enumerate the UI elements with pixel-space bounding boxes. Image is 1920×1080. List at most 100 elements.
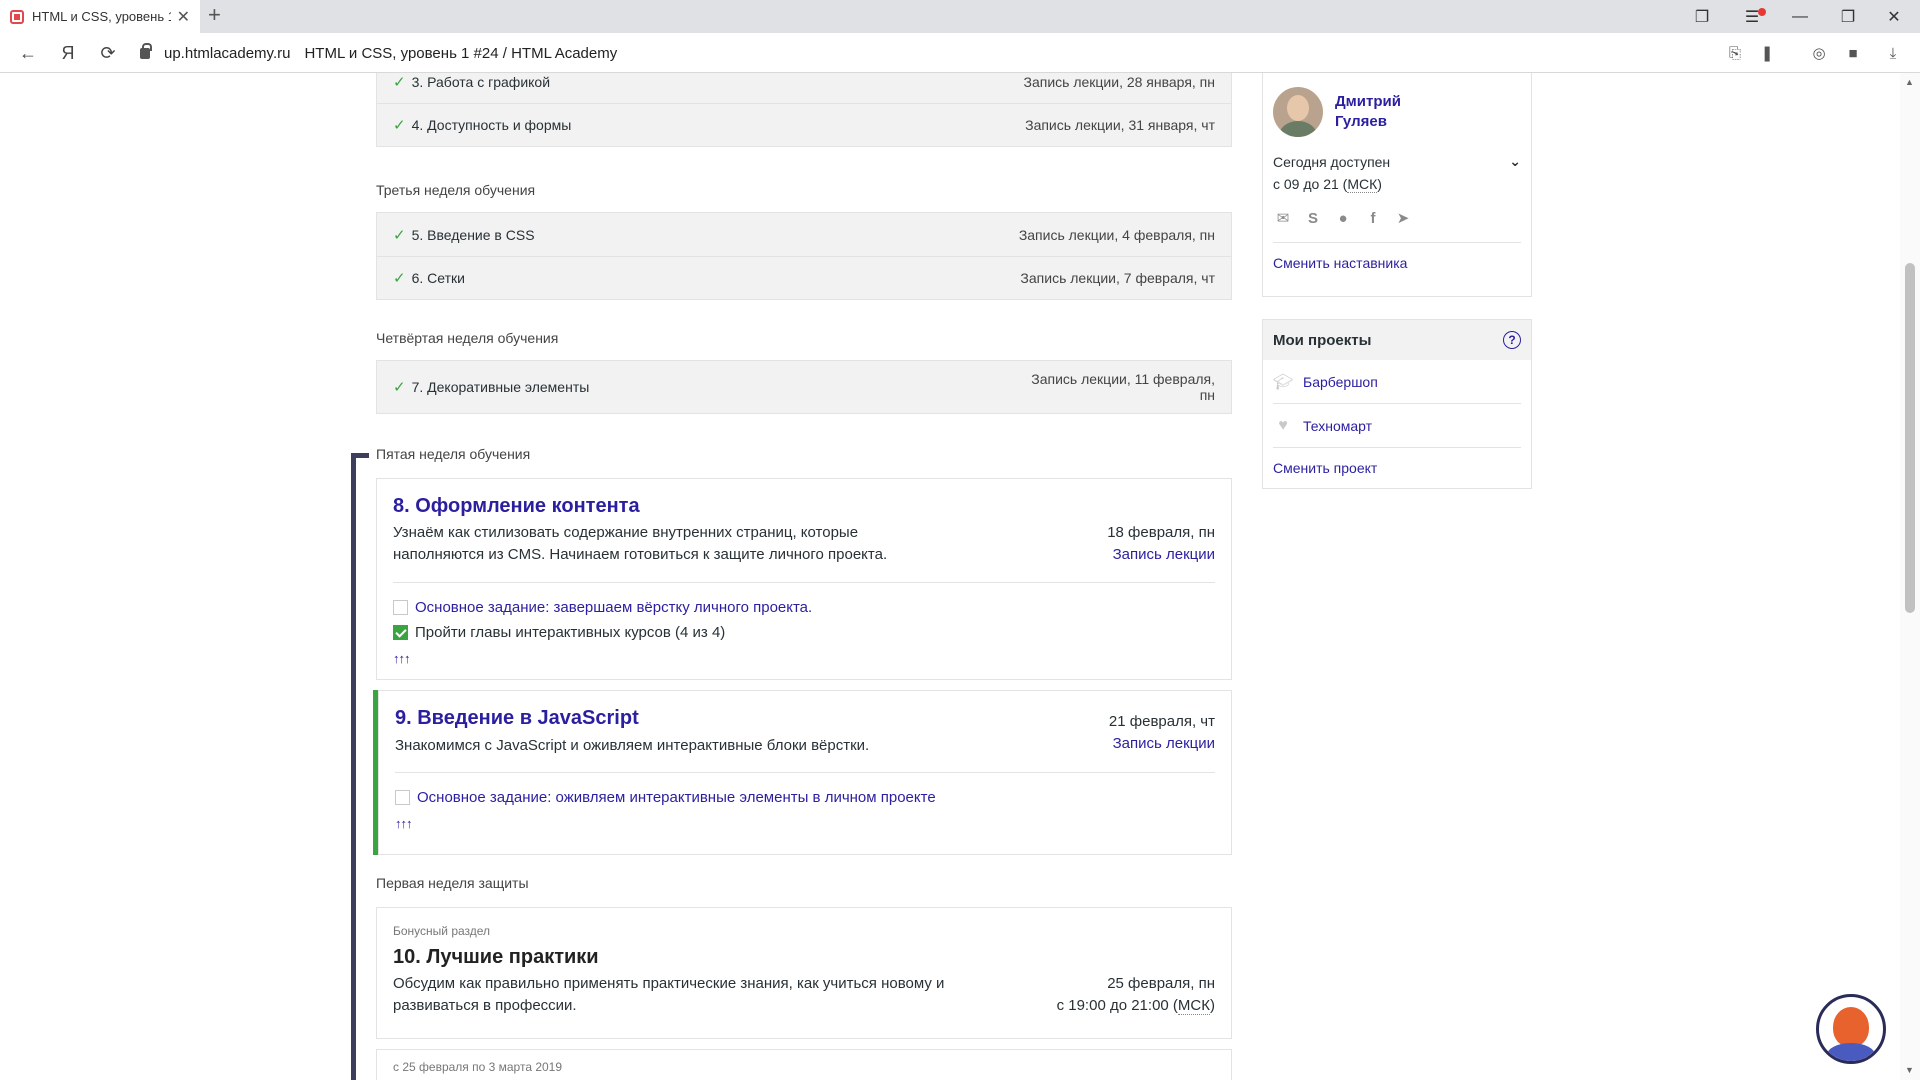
- task-item[interactable]: Основное задание: завершаем вёрстку личн…: [393, 599, 1215, 616]
- menu-icon[interactable]: ☰: [1730, 0, 1774, 33]
- lesson-time: с 19:00 до 21:00 (МСК): [1057, 997, 1215, 1015]
- week-label-third: Третья неделя обучения: [376, 182, 536, 198]
- lesson-row[interactable]: ✓ 3. Работа с графикой Запись лекции, 28…: [377, 73, 1231, 103]
- restore-button[interactable]: ❐: [1826, 0, 1870, 33]
- lesson-name: 6. Сетки: [411, 270, 465, 286]
- task-label: Пройти главы интерактивных курсов (4 из …: [415, 624, 726, 641]
- scrollbar[interactable]: ▲ ▼: [1900, 73, 1920, 1080]
- lesson-date: 18 февраля, пн: [1107, 524, 1215, 541]
- lesson-record: Запись лекции, 31 января, чт: [1025, 117, 1215, 133]
- extension-icon[interactable]: ■: [1838, 33, 1868, 73]
- lesson-name: 4. Доступность и формы: [411, 117, 572, 133]
- yandex-button[interactable]: Я: [50, 33, 86, 73]
- heart-icon: ♥: [1278, 416, 1288, 434]
- lesson-card-10: Бонусный раздел 10. Лучшие практики Обсу…: [376, 907, 1232, 1039]
- divider: [395, 772, 1215, 773]
- browser-addressbar: ← Я ⟳ up.htmlacademy.ru HTML и CSS, уров…: [0, 33, 1920, 73]
- lesson-card-8: 8. Оформление контента Узнаём как стилиз…: [376, 478, 1232, 680]
- lesson-record: Запись лекции, 4 февраля, пн: [1018, 226, 1215, 243]
- project-name[interactable]: Техномарт: [1303, 418, 1372, 434]
- availability-time-suffix: ): [1377, 176, 1382, 192]
- lesson-description: Узнаём как стилизовать содержание внутре…: [393, 524, 888, 563]
- lesson-list-week3: ✓ 5. Введение в CSS Запись лекции, 4 фев…: [376, 212, 1232, 300]
- check-icon: ✓: [393, 73, 406, 91]
- page-content: ✓ 3. Работа с графикой Запись лекции, 28…: [0, 73, 1900, 1080]
- skype-icon[interactable]: S: [1303, 208, 1323, 228]
- mentor-availability[interactable]: Сегодня доступен ⌄: [1273, 153, 1521, 170]
- scroll-up-arrows-icon[interactable]: ↑↑↑: [395, 816, 1215, 831]
- reload-button[interactable]: ⟳: [90, 33, 126, 73]
- scrollbar-thumb[interactable]: [1905, 263, 1915, 613]
- change-project-link[interactable]: Сменить проект: [1273, 448, 1521, 490]
- chevron-down-icon[interactable]: ⌄: [1509, 153, 1521, 170]
- scroll-down-icon[interactable]: ▼: [1905, 1065, 1914, 1075]
- task-item[interactable]: Основное задание: оживляем интерактивные…: [395, 789, 1215, 806]
- projects-header: Мои проекты ?: [1263, 320, 1531, 360]
- lesson-record-line1: Запись лекции, 11 февраля,: [1031, 371, 1215, 387]
- minimize-button[interactable]: —: [1778, 0, 1822, 33]
- mentor-contacts: ✉ S ● f ➤: [1273, 208, 1521, 243]
- lesson-record-link[interactable]: Запись лекции: [1109, 733, 1215, 755]
- translate-icon[interactable]: ⎘: [1720, 33, 1750, 73]
- bookmark-icon[interactable]: ❚: [1752, 33, 1782, 73]
- timezone-abbr: МСК: [1347, 176, 1378, 193]
- lesson-time-prefix: с 19:00 до 21:00 (: [1056, 997, 1178, 1014]
- back-button[interactable]: ←: [10, 33, 46, 73]
- url-field[interactable]: up.htmlacademy.ru HTML и CSS, уровень 1 …: [140, 40, 617, 66]
- facebook-icon[interactable]: f: [1363, 208, 1383, 228]
- lesson-record: Запись лекции, 7 февраля, чт: [1020, 270, 1215, 286]
- close-tab-icon[interactable]: ✕: [177, 7, 190, 27]
- lesson-record-link[interactable]: Запись лекции: [1107, 544, 1215, 566]
- next-card: с 25 февраля по 3 марта 2019: [376, 1049, 1232, 1080]
- github-icon[interactable]: ●: [1333, 208, 1353, 228]
- bonus-label: Бонусный раздел: [393, 924, 491, 938]
- lesson-name: 5. Введение в CSS: [411, 226, 535, 243]
- task-checkbox[interactable]: [395, 790, 410, 805]
- lesson-row[interactable]: ✓ 7. Декоративные элементы Запись лекции…: [377, 361, 1231, 413]
- lesson-row[interactable]: ✓ 6. Сетки Запись лекции, 7 февраля, чт: [377, 256, 1231, 299]
- task-checkbox-checked[interactable]: [393, 625, 408, 640]
- email-icon[interactable]: ✉: [1273, 208, 1293, 228]
- availability-time-prefix: с 09 до 21 (: [1273, 176, 1348, 192]
- scroll-up-icon[interactable]: ▲: [1905, 77, 1914, 87]
- bookmarks-panel-icon[interactable]: ❐: [1680, 0, 1724, 33]
- lesson-name: 7. Декоративные элементы: [411, 379, 590, 395]
- telegram-icon[interactable]: ➤: [1393, 208, 1413, 228]
- tab-title: HTML и CSS, уровень 1 #24: [32, 9, 171, 24]
- task-link[interactable]: Основное задание: оживляем интерактивные…: [417, 789, 936, 806]
- task-link[interactable]: Основное задание: завершаем вёрстку личн…: [415, 599, 812, 616]
- close-window-button[interactable]: ✕: [1872, 0, 1916, 33]
- timeline-cap: [351, 453, 369, 458]
- download-icon[interactable]: ⤓: [1878, 33, 1908, 73]
- task-checkbox[interactable]: [393, 600, 408, 615]
- lesson-title[interactable]: 8. Оформление контента: [393, 495, 1215, 518]
- project-item[interactable]: ♥ Техномарт: [1273, 404, 1521, 448]
- support-chat-mascot-icon[interactable]: [1816, 994, 1886, 1064]
- lesson-date: 21 февраля, чт: [1108, 713, 1215, 730]
- project-item[interactable]: 🎓︎ Барбершоп: [1273, 360, 1521, 404]
- lesson-time-suffix: ): [1210, 997, 1215, 1014]
- week-label-fifth: Пятая неделя обучения: [376, 446, 531, 462]
- lesson-list-week4: ✓ 7. Декоративные элементы Запись лекции…: [376, 360, 1232, 414]
- mentor-first-name[interactable]: Дмитрий: [1335, 92, 1401, 112]
- help-icon[interactable]: ?: [1503, 331, 1521, 349]
- availability-time: с 09 до 21 (МСК): [1273, 176, 1521, 193]
- notification-dot: [1758, 8, 1766, 16]
- divider: [393, 582, 1215, 583]
- lesson-record: Запись лекции, 11 февраля, пн: [1031, 371, 1215, 403]
- change-mentor-link[interactable]: Сменить наставника: [1273, 243, 1521, 285]
- scroll-up-arrows-icon[interactable]: ↑↑↑: [393, 651, 1215, 666]
- protect-icon[interactable]: ◎: [1804, 33, 1834, 73]
- mentor-last-name[interactable]: Гуляев: [1335, 112, 1401, 132]
- projects-panel: Мои проекты ? 🎓︎ Барбершоп ♥ Техномарт С…: [1262, 319, 1532, 489]
- task-item[interactable]: Пройти главы интерактивных курсов (4 из …: [393, 624, 1215, 641]
- lesson-row[interactable]: ✓ 5. Введение в CSS Запись лекции, 4 фев…: [377, 213, 1231, 256]
- lesson-row[interactable]: ✓ 4. Доступность и формы Запись лекции, …: [377, 103, 1231, 146]
- projects-title: Мои проекты: [1273, 331, 1372, 349]
- lesson-date: 25 февраля, пн: [1107, 975, 1215, 992]
- browser-tab[interactable]: HTML и CSS, уровень 1 #24 ✕: [0, 0, 200, 33]
- next-card-date: с 25 февраля по 3 марта 2019: [393, 1060, 563, 1074]
- new-tab-button[interactable]: +: [208, 2, 221, 28]
- lesson-title: 10. Лучшие практики: [393, 946, 599, 968]
- project-name[interactable]: Барбершоп: [1303, 374, 1378, 390]
